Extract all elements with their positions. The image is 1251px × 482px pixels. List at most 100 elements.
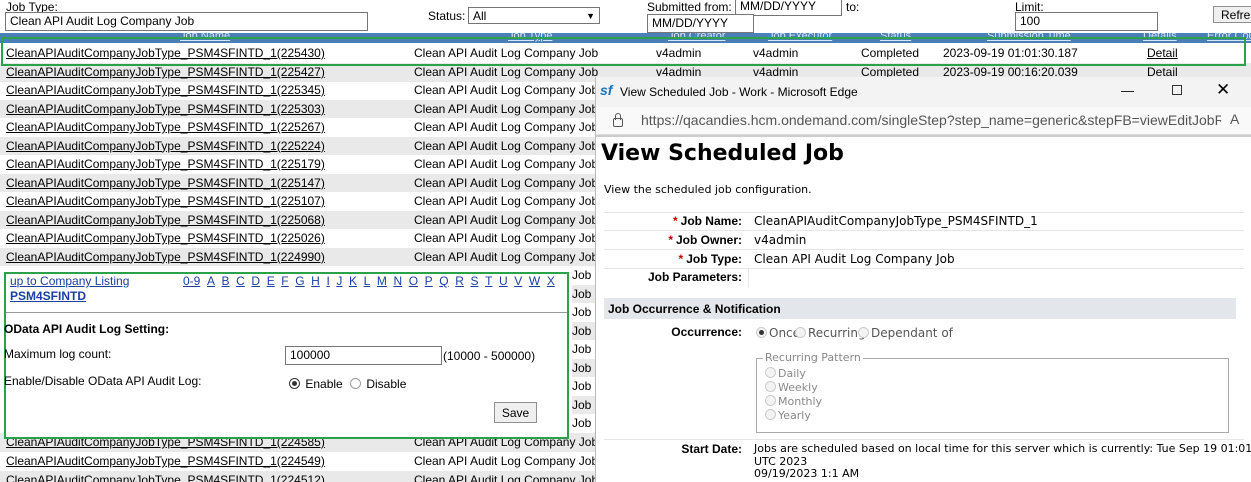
sf-logo-icon: sf (600, 82, 613, 98)
recurring-pattern-fieldset: Recurring Pattern Daily Weekly Monthly Y… (756, 351, 1229, 433)
required-icon: * (668, 233, 673, 247)
radio-empty-icon[interactable] (765, 409, 776, 420)
radio-empty-icon[interactable] (795, 327, 806, 338)
enable-option[interactable]: Enable (289, 377, 343, 391)
lock-shackle-icon (615, 113, 621, 120)
alphabet-nav: 0-9 A B C D E F G H I J K L M N O P Q R S T U V W X (183, 274, 561, 288)
table-row: CleanAPIAuditCompanyJobType_PSM4SFINTD_1… (0, 247, 598, 266)
alphabet-link-b[interactable]: B (222, 274, 230, 288)
alphabet-link-c[interactable]: C (236, 274, 245, 288)
alphabet-link-u[interactable]: U (499, 274, 508, 288)
job-name-link[interactable]: CleanAPIAuditCompanyJobType_PSM4SFINTD_1… (6, 194, 325, 208)
alphabet-link-j[interactable]: J (336, 274, 342, 288)
job-name-link[interactable]: CleanAPIAuditCompanyJobType_PSM4SFINTD_1… (6, 83, 325, 97)
start-date-label: Start Date: (681, 442, 742, 456)
alphabet-link-n[interactable]: N (393, 274, 402, 288)
page-description: View the scheduled job configuration. (604, 183, 812, 196)
alphabet-link-m[interactable]: M (377, 274, 387, 288)
job-name-link[interactable]: CleanAPIAuditCompanyJobType_PSM4SFINTD_1… (6, 102, 325, 116)
radio-empty-icon[interactable] (350, 378, 361, 389)
alphabet-link-w[interactable]: W (529, 274, 540, 288)
job-type-label: * Job Type: (678, 252, 742, 266)
chevron-down-icon: ▼ (586, 10, 595, 21)
alphabet-link-d[interactable]: D (251, 274, 260, 288)
alphabet-link-0-9[interactable]: 0-9 (183, 274, 200, 288)
job-type-cell: Clean API Audit Log Company Job (414, 65, 599, 79)
job-type-fragment: Job (572, 342, 592, 356)
alphabet-link-l[interactable]: L (364, 274, 371, 288)
table-row: CleanAPIAuditCompanyJobType_PSM4SFINTD_1… (0, 192, 598, 211)
alphabet-link-p[interactable]: P (425, 274, 433, 288)
pattern-weekly[interactable]: Weekly (765, 381, 818, 394)
maximize-icon[interactable] (1172, 85, 1182, 95)
radio-empty-icon[interactable] (765, 381, 776, 392)
job-name-link[interactable]: CleanAPIAuditCompanyJobType_PSM4SFINTD_1… (6, 65, 325, 79)
alphabet-link-e[interactable]: E (267, 274, 275, 288)
table-row: CleanAPIAuditCompanyJobType_PSM4SFINTD_1… (0, 173, 599, 192)
radio-empty-icon[interactable] (765, 367, 776, 378)
alphabet-link-s[interactable]: S (470, 274, 478, 288)
alphabet-link-x[interactable]: X (547, 274, 555, 288)
max-log-label: Maximum log count: (4, 347, 112, 361)
job-name-link[interactable]: CleanAPIAuditCompanyJobType_PSM4SFINTD_1… (6, 250, 325, 264)
table-row: CleanAPIAuditCompanyJobType_PSM4SFINTD_1… (0, 118, 598, 137)
alphabet-link-r[interactable]: R (455, 274, 464, 288)
pattern-yearly[interactable]: Yearly (765, 409, 811, 422)
company-listing-link[interactable]: up to Company Listing (10, 274, 129, 288)
read-aloud-icon[interactable]: A (1230, 111, 1239, 127)
alphabet-link-t[interactable]: T (485, 274, 492, 288)
required-icon: * (678, 252, 684, 266)
occurrence-dependant[interactable]: Dependant of (858, 326, 953, 340)
job-name-link[interactable]: CleanAPIAuditCompanyJobType_PSM4SFINTD_1… (6, 176, 325, 190)
job-type-cell: Clean API Audit Log Company Job (414, 175, 599, 190)
alphabet-link-a[interactable]: A (207, 274, 215, 288)
url-text[interactable]: https://qacandies.hcm.ondemand.com/singl… (641, 112, 1221, 128)
minimize-icon[interactable]: — (1121, 83, 1134, 98)
radio-selected-icon[interactable] (756, 327, 767, 338)
save-button[interactable]: Save (494, 402, 537, 423)
submitted-from-label: Submitted from: (647, 0, 732, 14)
alphabet-link-h[interactable]: H (311, 274, 320, 288)
job-type-cell: Clean API Audit Log Company Job (414, 83, 599, 97)
alphabet-link-o[interactable]: O (409, 274, 418, 288)
alphabet-link-q[interactable]: Q (439, 274, 448, 288)
job-name-link[interactable]: CleanAPIAuditCompanyJobType_PSM4SFINTD_1… (6, 454, 325, 468)
disable-option[interactable]: Disable (350, 377, 406, 391)
occurrence-once[interactable]: Once (756, 326, 800, 340)
job-name-link[interactable]: CleanAPIAuditCompanyJobType_PSM4SFINTD_1… (6, 139, 325, 153)
pattern-monthly[interactable]: Monthly (765, 395, 822, 408)
job-owner-label: * Job Owner: (668, 233, 742, 247)
refresh-button[interactable]: Refresh (1213, 6, 1251, 23)
job-name-link[interactable]: CleanAPIAuditCompanyJobType_PSM4SFINTD_1… (6, 120, 325, 134)
highlight-box (1, 37, 1246, 66)
job-name-link[interactable]: CleanAPIAuditCompanyJobType_PSM4SFINTD_1… (6, 213, 325, 227)
company-link[interactable]: PSM4SFINTD (10, 289, 86, 303)
section-header: Job Occurrence & Notification (604, 298, 1236, 319)
job-name-link[interactable]: CleanAPIAuditCompanyJobType_PSM4SFINTD_1… (6, 231, 325, 245)
job-type-field[interactable]: Clean API Audit Log Company Job (5, 12, 368, 31)
alphabet-link-g[interactable]: G (295, 274, 304, 288)
status-select[interactable]: All ▼ (468, 7, 600, 24)
divider (604, 212, 1244, 213)
edge-window: sf View Scheduled Job - Work - Microsoft… (595, 77, 1251, 482)
max-log-input[interactable]: 100000 (285, 346, 442, 365)
alphabet-link-i[interactable]: I (326, 274, 329, 288)
address-bar[interactable]: https://qacandies.hcm.ondemand.com/singl… (596, 107, 1251, 135)
job-name-link[interactable]: CleanAPIAuditCompanyJobType_PSM4SFINTD_1… (6, 157, 325, 171)
radio-empty-icon[interactable] (765, 395, 776, 406)
alphabet-link-k[interactable]: K (349, 274, 357, 288)
occurrence-recurring[interactable]: Recurring (795, 326, 866, 340)
pattern-daily[interactable]: Daily (765, 367, 806, 380)
radio-empty-icon[interactable] (858, 327, 869, 338)
radio-selected-icon[interactable] (289, 378, 300, 389)
job-type-fragment: Job (572, 395, 595, 414)
alphabet-link-v[interactable]: V (514, 274, 522, 288)
table-row: CleanAPIAuditCompanyJobType_PSM4SFINTD_1… (0, 81, 599, 100)
submitted-to-input[interactable]: MM/DD/YYYY (647, 14, 754, 33)
start-date-text-3: 09/19/2023 1:1 AM (754, 467, 860, 480)
alphabet-link-f[interactable]: F (281, 274, 288, 288)
job-name-link[interactable]: CleanAPIAuditCompanyJobType_PSM4SFINTD_1… (6, 473, 325, 482)
close-icon[interactable]: ✕ (1216, 80, 1230, 100)
limit-input[interactable]: 100 (1015, 12, 1158, 31)
job-type-cell: Clean API Audit Log Company Job (414, 101, 599, 116)
